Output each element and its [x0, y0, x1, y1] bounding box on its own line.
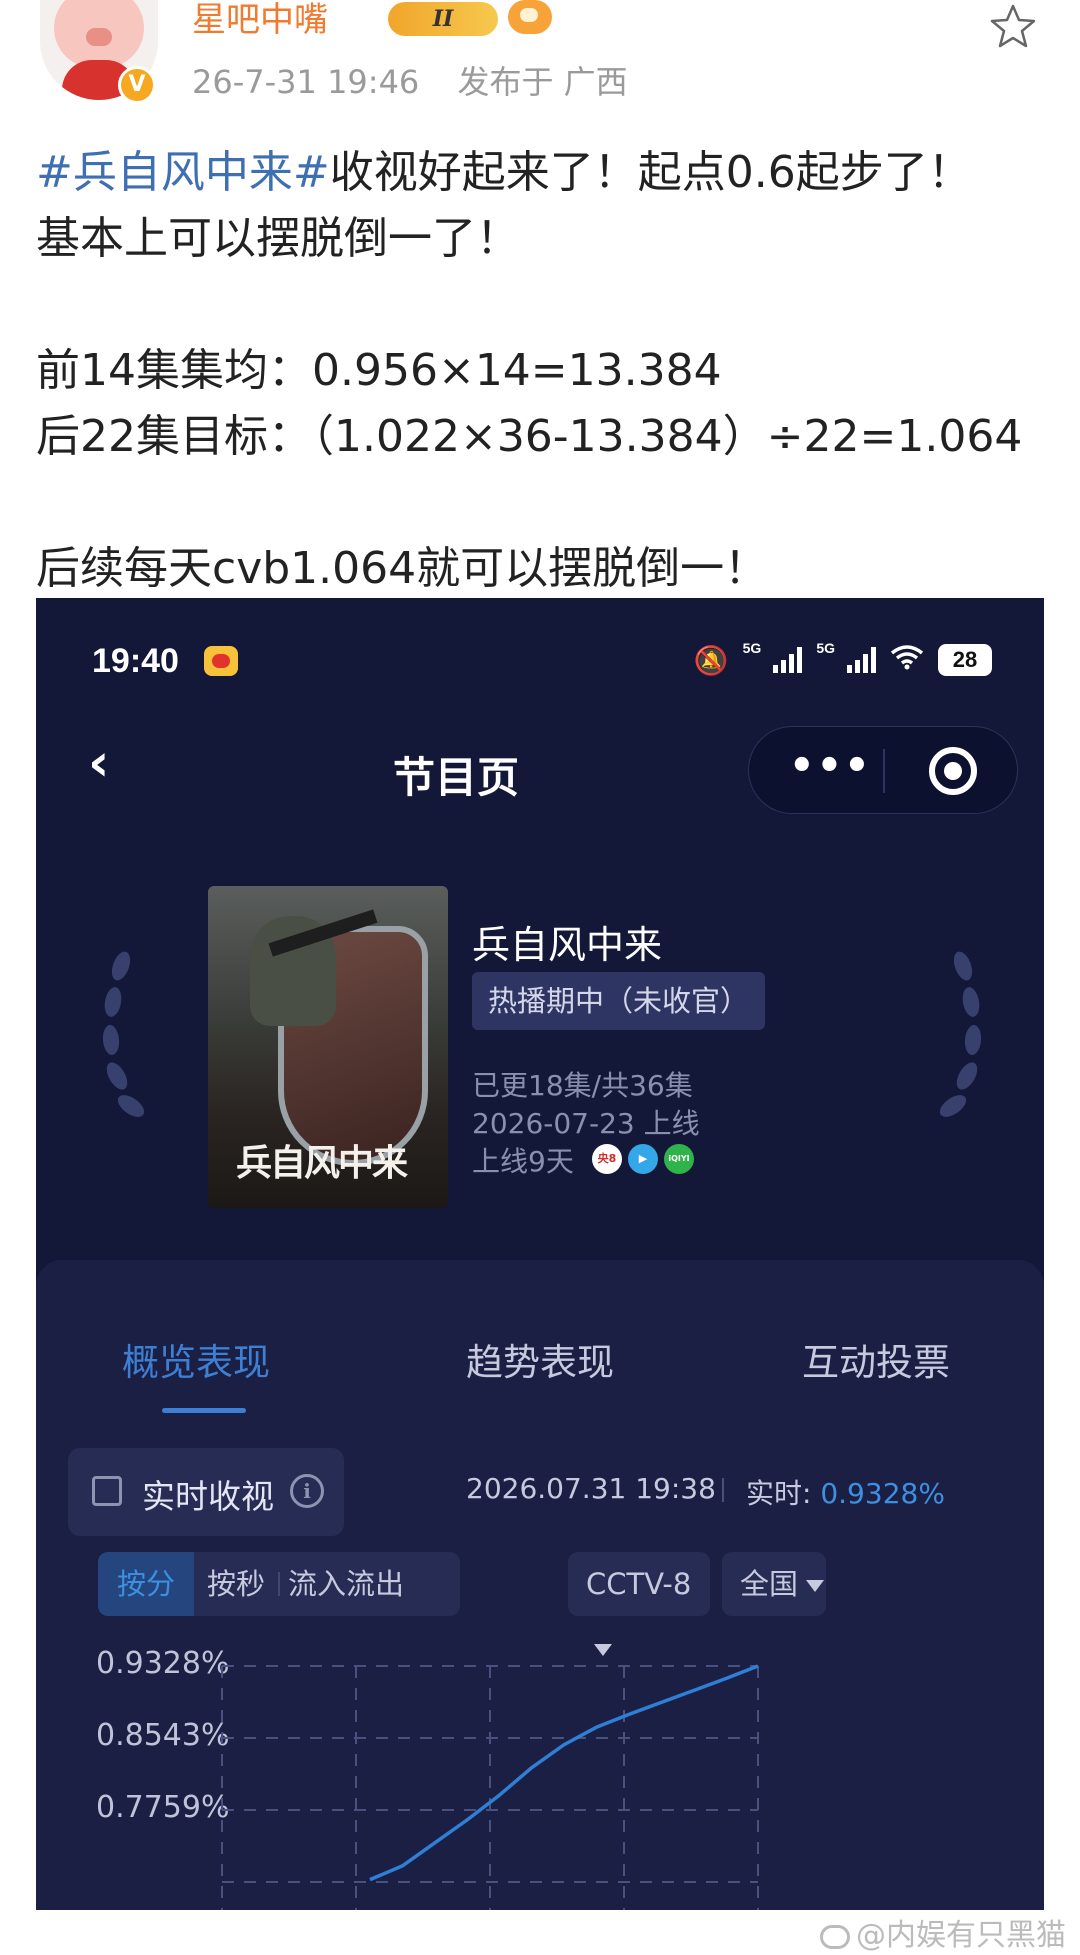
embedded-screenshot: 19:40 🔕 5G 5G 28 ‹ 节目页 ••• 兵自风中来 兵自风中来 热… [36, 598, 1044, 1910]
weibo-logo-icon [820, 1924, 850, 1949]
post-line-text: 后22集目标：（1.022×36-13.384）÷22=1.064 [36, 411, 1023, 462]
miniapp-capsule: ••• [748, 726, 1018, 814]
topic-hashtag-link[interactable]: #兵自风中来# [36, 147, 330, 198]
signal-label: 5G [816, 640, 835, 656]
post-line-text: 收视好起来了！起点0.6起步了！ [329, 147, 972, 198]
status-bar-icons: 🔕 5G 5G 28 [694, 640, 992, 680]
wifi-icon [890, 644, 924, 677]
post-line-text: 前14集集均：0.956×14=13.384 [36, 345, 722, 396]
post-line-text: 基本上可以摆脱倒一了！ [36, 213, 520, 264]
fan-badge-icon[interactable] [508, 0, 552, 34]
post-line-text: 后续每天cvb1.064就可以摆脱倒一！ [36, 543, 769, 594]
post-line: 基本上可以摆脱倒一了！ [36, 206, 1046, 272]
show-name: 兵自风中来 [472, 923, 663, 967]
post-datetime: 26-7-31 19:46 [192, 63, 420, 101]
laurel-left-icon [92, 949, 148, 1138]
rating-series-line [369, 1664, 759, 1882]
rating-line-chart [221, 1664, 759, 1910]
post-location: 发布于 广西 [457, 63, 628, 101]
level-badge[interactable]: II [388, 2, 498, 36]
close-target-icon[interactable] [929, 747, 977, 795]
battery-icon: 28 [938, 644, 992, 676]
star-favorite-icon[interactable] [988, 2, 1038, 52]
post-line [36, 272, 1046, 338]
cctv8-platform-icon: 央8 [592, 1144, 622, 1174]
status-time: 19:40 [92, 642, 179, 680]
show-episodes: 已更18集/共36集 [472, 1069, 693, 1102]
show-release: 2026-07-23 上线 [472, 1107, 700, 1140]
username[interactable]: 星吧中嘴 [192, 0, 328, 40]
post-line [36, 470, 1046, 536]
more-dots-icon[interactable]: ••• [789, 743, 872, 789]
platform-icons: 央8 ▶ iQIYI [592, 1144, 694, 1174]
post-line: 后续每天cvb1.064就可以摆脱倒一！ [36, 536, 1046, 602]
show-days: 上线9天 [472, 1145, 574, 1178]
post-line: 后22集目标：（1.022×36-13.384）÷22=1.064 [36, 404, 1046, 470]
signal-bars-icon [773, 647, 803, 673]
signal-label: 5G [742, 640, 762, 656]
post-line: 前14集集均：0.956×14=13.384 [36, 338, 1046, 404]
data-card: 概览表现 趋势表现 互动投票 实时收视 i 2026.07.31 19:38 实… [36, 1260, 1044, 1910]
weibo-app-icon [204, 646, 238, 676]
post-line: #兵自风中来#收视好起来了！起点0.6起步了！ [36, 140, 1046, 206]
show-status-badge: 热播期中（未收官） [472, 972, 766, 1030]
avatar-pig-nose [86, 28, 112, 46]
watermark-text: @内娱有只黑猫 [856, 1918, 1066, 1953]
post-body: #兵自风中来#收视好起来了！起点0.6起步了！ 基本上可以摆脱倒一了！ 前14集集均… [36, 140, 1046, 602]
signal-bars-icon [847, 647, 876, 673]
bell-muted-icon: 🔕 [693, 644, 729, 676]
poster-title: 兵自风中来 [236, 1142, 408, 1184]
laurel-right-icon [936, 949, 988, 1138]
verified-badge-icon: V [118, 66, 156, 104]
post-header: V 星吧中嘴 II 26-7-31 19:46 发布于 广西 [0, 0, 1080, 120]
show-poster[interactable]: 兵自风中来 [208, 886, 448, 1208]
capsule-divider [883, 749, 885, 793]
play-platform-icon: ▶ [628, 1144, 658, 1174]
watermark: @内娱有只黑猫 [820, 1910, 1066, 1954]
post-meta: 26-7-31 19:46 发布于 广西 [192, 62, 628, 102]
iqiyi-platform-icon: iQIYI [664, 1144, 694, 1174]
